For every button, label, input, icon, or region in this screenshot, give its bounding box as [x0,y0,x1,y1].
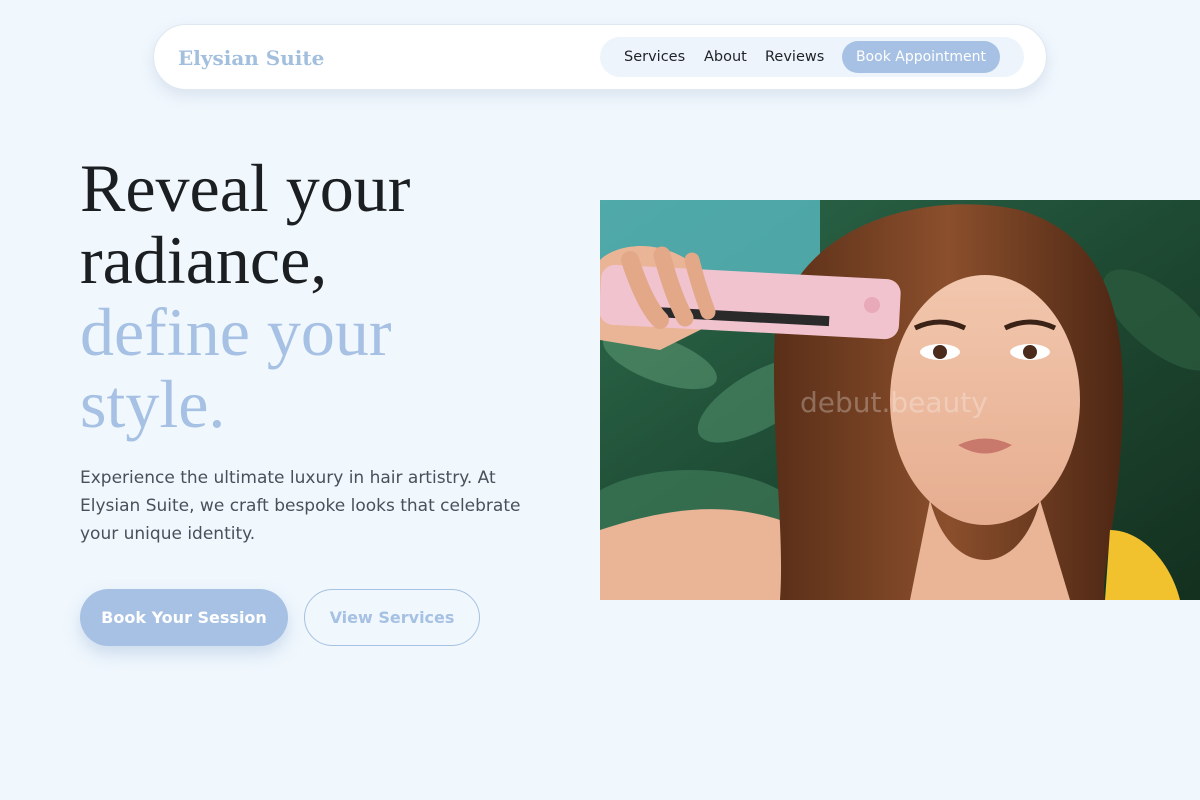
headline-line-2: radiance, [80,222,328,298]
image-watermark: debut.beauty [800,386,988,419]
headline-line-1: Reveal your [80,150,411,226]
nav-link-services[interactable]: Services [624,47,685,67]
brand-logo[interactable]: Elysian Suite [178,45,324,71]
book-appointment-button[interactable]: Book Appointment [842,41,1000,73]
hero-image: debut.beauty [600,200,1200,600]
hero-headline: Reveal your radiance, define your style. [80,152,550,440]
headline-accent-line-1: define your [80,294,392,370]
headline-accent-line-2: style. [80,366,226,442]
nav-menu: Services About Reviews Book Appointment [600,37,1024,77]
book-session-button[interactable]: Book Your Session [80,589,288,646]
hero-subtitle: Experience the ultimate luxury in hair a… [80,468,521,544]
nav-link-reviews[interactable]: Reviews [765,47,824,67]
nav-link-about[interactable]: About [704,47,747,67]
navigation-bar: Elysian Suite Services About Reviews Boo… [153,24,1047,90]
view-services-button[interactable]: View Services [304,589,480,646]
